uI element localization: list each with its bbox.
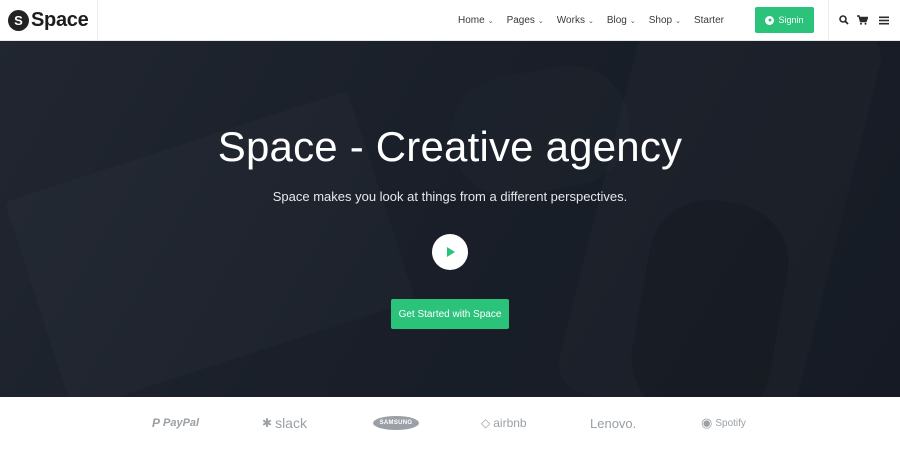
- chevron-down-icon: ⌄: [537, 17, 544, 25]
- brand-name: Lenovo.: [590, 415, 637, 431]
- chevron-down-icon: ⌄: [675, 17, 681, 25]
- brand-logo-airbnb: ◇ airbnb: [481, 415, 527, 431]
- nav-item-label: Starter: [693, 15, 724, 26]
- brand-logos: P PayPal ✱ slack SAMSUNG ◇ airbnb Lenovo…: [0, 397, 900, 450]
- spotify-icon: ◉: [701, 415, 713, 430]
- menu-icon[interactable]: [878, 14, 890, 26]
- nav-item-starter[interactable]: Starter: [694, 15, 724, 26]
- signin-button[interactable]: ● Signin: [755, 7, 814, 33]
- brand-logo-paypal: P PayPal: [152, 415, 199, 431]
- nav-item-label: Shop: [648, 15, 673, 26]
- brand-logo-spotify: ◉ Spotify: [701, 415, 746, 431]
- brand-name: SAMSUNG: [373, 416, 419, 430]
- nav-item-label: Works: [556, 15, 585, 26]
- play-video-button[interactable]: [432, 234, 468, 270]
- brand-logo-lenovo: Lenovo.: [590, 415, 636, 431]
- nav-item-label: Home: [458, 15, 485, 26]
- nav-item-label: Pages: [506, 15, 535, 26]
- chevron-down-icon: ⌄: [629, 17, 636, 25]
- paypal-icon: P: [152, 416, 161, 430]
- nav-divider: [828, 0, 829, 41]
- chevron-down-icon: ⌄: [587, 17, 594, 25]
- brand-logo-slack: ✱ slack: [262, 415, 307, 431]
- main-nav: Home ⌄ Pages ⌄ Works ⌄ Blog ⌄ Shop ⌄ Sta…: [458, 0, 737, 41]
- slack-icon: ✱: [262, 416, 273, 430]
- get-started-button[interactable]: Get Started with Space: [391, 299, 509, 329]
- brand-name: slack: [275, 415, 307, 431]
- cart-icon[interactable]: [856, 14, 868, 26]
- nav-item-shop[interactable]: Shop ⌄: [649, 15, 681, 26]
- hero-overlay: [0, 41, 900, 397]
- search-icon[interactable]: [838, 14, 850, 26]
- airbnb-icon: ◇: [481, 416, 491, 430]
- hero-title: Space - Creative agency: [217, 123, 683, 170]
- brand-name: airbnb: [493, 416, 527, 430]
- nav-item-works[interactable]: Works ⌄: [557, 15, 594, 26]
- logo-text: Space: [31, 9, 89, 31]
- brand-name: Spotify: [715, 417, 746, 429]
- brand-name: PayPal: [163, 417, 200, 429]
- hero-section: Space - Creative agency Space makes you …: [0, 41, 900, 397]
- brand-logo-samsung: SAMSUNG: [373, 415, 419, 431]
- chevron-down-icon: ⌄: [487, 17, 494, 25]
- nav-item-blog[interactable]: Blog ⌄: [607, 15, 636, 26]
- hero-subtitle: Space makes you look at things from a di…: [272, 189, 628, 204]
- logo-badge: S: [8, 10, 29, 31]
- logo[interactable]: S Space: [0, 0, 98, 41]
- user-icon: ●: [765, 15, 775, 25]
- nav-item-home[interactable]: Home ⌄: [458, 15, 494, 26]
- navbar: S Space Home ⌄ Pages ⌄ Works ⌄ Blog ⌄ Sh…: [0, 0, 900, 41]
- nav-item-label: Blog: [606, 15, 627, 26]
- signin-label: Signin: [778, 15, 804, 25]
- play-icon: [447, 247, 455, 257]
- nav-item-pages[interactable]: Pages ⌄: [507, 15, 544, 26]
